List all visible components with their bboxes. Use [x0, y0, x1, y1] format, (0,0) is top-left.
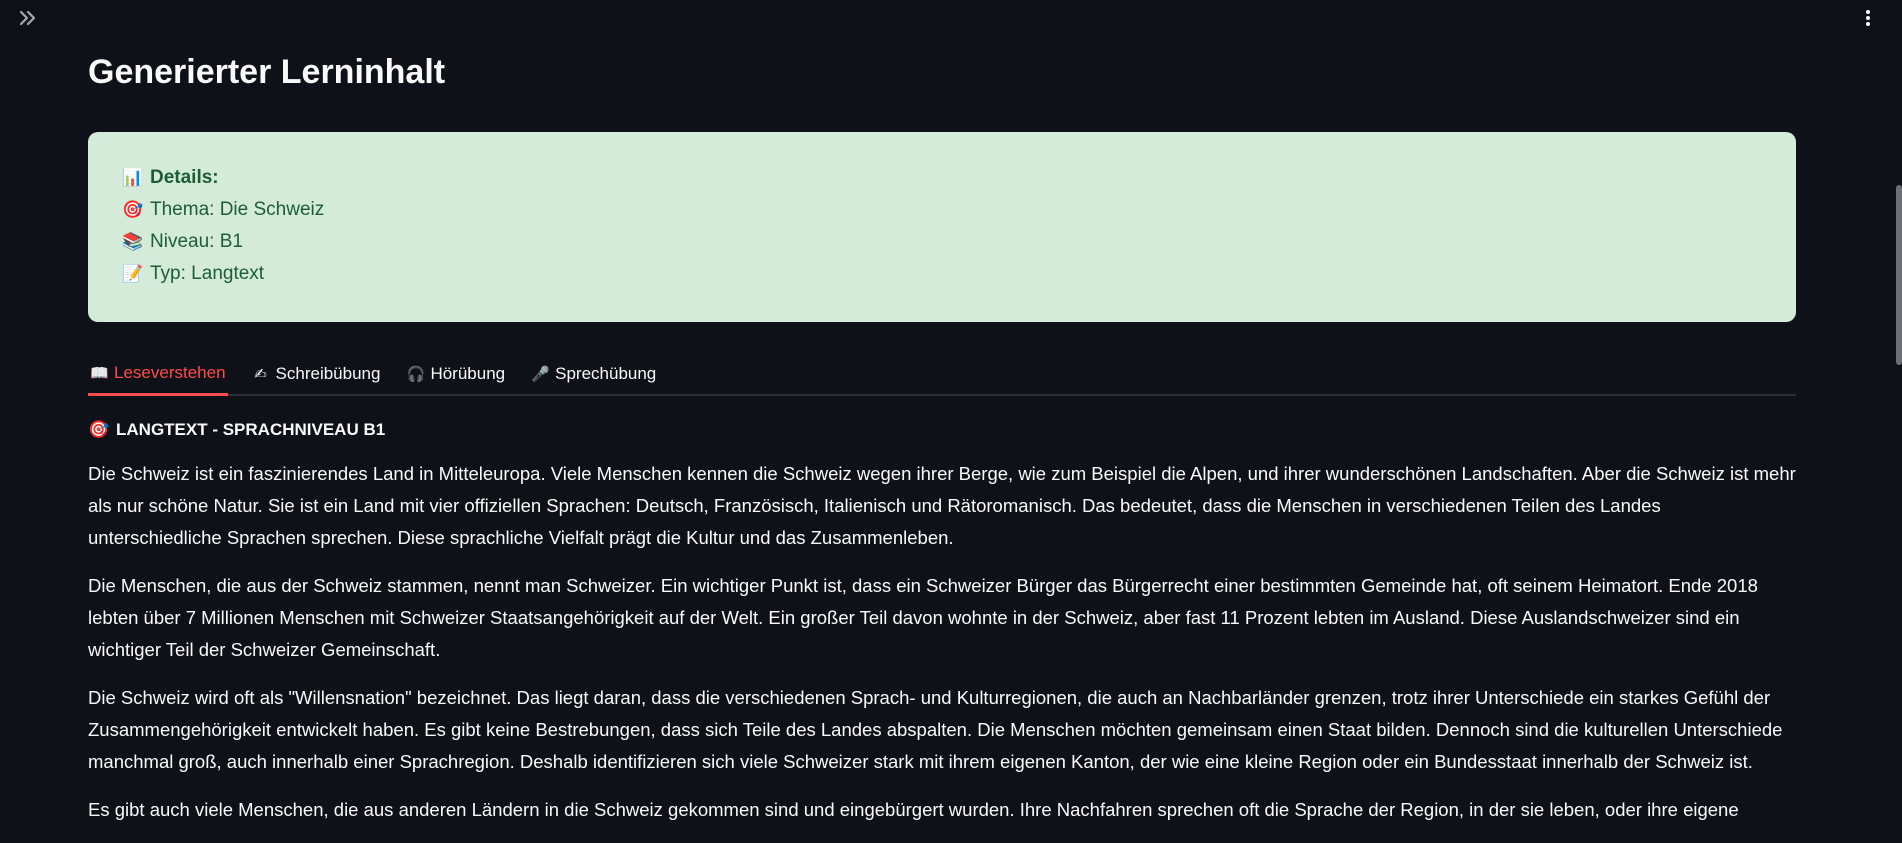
books-icon: 📚 — [122, 232, 144, 252]
target-icon: 🎯 — [122, 200, 144, 220]
details-topic: Thema: Die Schweiz — [150, 199, 325, 220]
details-info-box: 📊 Details: 🎯 Thema: Die Schweiz 📚 Niveau… — [88, 132, 1796, 322]
text-paragraph: Die Schweiz wird oft als "Willensnation"… — [88, 687, 1783, 772]
page-title: Generierter Lerninhalt — [88, 53, 446, 91]
main-content: Generierter Lerninhalt 📊 Details: 🎯 Them… — [88, 0, 1796, 842]
details-type-line: 📝 Typ: Langtext — [122, 258, 1762, 290]
sidebar-expand-button[interactable] — [16, 6, 40, 30]
tab-label: Schreibübung — [275, 364, 381, 383]
details-title: Details: — [150, 167, 219, 188]
tab-label: Hörübung — [430, 364, 506, 383]
open-book-icon: 📖 — [90, 364, 109, 382]
details-title-line: 📊 Details: — [122, 162, 1762, 194]
tab-leseverstehen[interactable]: 📖 Leseverstehen — [88, 363, 228, 396]
tab-label: Sprechübung — [555, 364, 657, 383]
text-paragraph: Die Menschen, die aus der Schweiz stamme… — [88, 575, 1758, 660]
text-paragraph: Die Schweiz ist ein faszinierendes Land … — [88, 463, 1796, 548]
target-icon: 🎯 — [88, 420, 110, 440]
details-level: Niveau: B1 — [150, 231, 243, 252]
details-level-line: 📚 Niveau: B1 — [122, 226, 1762, 258]
details-type: Typ: Langtext — [150, 263, 265, 284]
text-paragraph: Es gibt auch viele Menschen, die aus and… — [88, 799, 1739, 820]
app-page: Generierter Lerninhalt 📊 Details: 🎯 Them… — [0, 0, 1902, 843]
tab-panel-leseverstehen: 🎯 LANGTEXT - SPRACHNIVEAU B1 Die Schweiz… — [88, 420, 1796, 826]
text-heading-label: LANGTEXT - SPRACHNIVEAU B1 — [116, 420, 386, 439]
vertical-dots-icon — [1866, 10, 1870, 26]
tab-label: Leseverstehen — [114, 363, 226, 382]
writing-hand-icon: ✍ — [254, 365, 267, 383]
scrollbar-thumb[interactable] — [1896, 185, 1902, 365]
double-chevron-right-icon — [19, 10, 36, 26]
memo-icon: 📝 — [122, 264, 144, 284]
tab-hoeruebung[interactable]: 🎧 Hörübung — [404, 364, 507, 396]
tab-sprechuebung[interactable]: 🎤 Sprechübung — [529, 364, 658, 396]
tab-schreibuebung[interactable]: ✍ Schreibübung — [250, 364, 383, 396]
tab-bar: 📖 Leseverstehen ✍ Schreibübung 🎧 Hörübun… — [88, 350, 1796, 396]
main-menu-button[interactable] — [1856, 6, 1880, 30]
bar-chart-icon: 📊 — [122, 168, 144, 188]
headphones-icon: 🎧 — [406, 365, 426, 383]
text-heading: 🎯 LANGTEXT - SPRACHNIVEAU B1 — [88, 420, 1796, 440]
microphone-icon: 🎤 — [531, 365, 550, 383]
details-topic-line: 🎯 Thema: Die Schweiz — [122, 194, 1762, 226]
